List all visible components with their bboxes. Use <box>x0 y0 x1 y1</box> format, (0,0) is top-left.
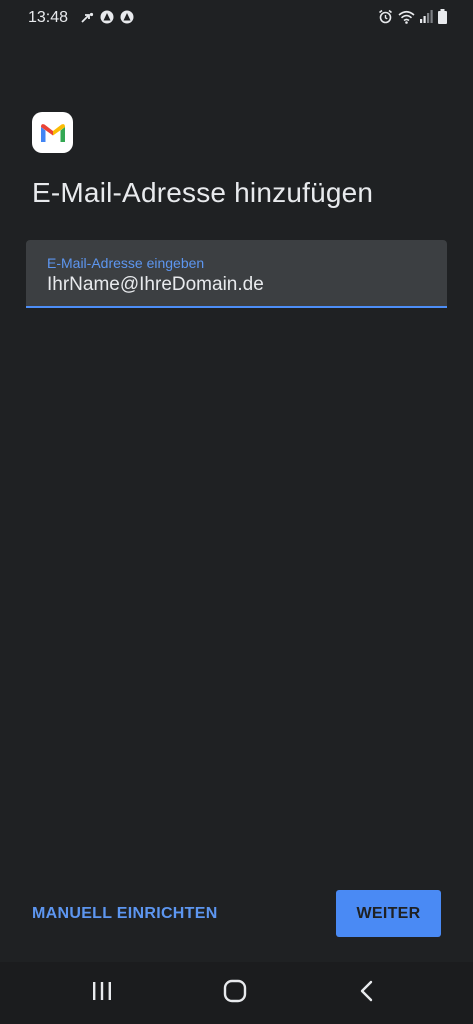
home-icon <box>223 979 247 1008</box>
app-notification-icon <box>100 10 114 29</box>
email-input[interactable] <box>47 274 427 296</box>
recent-apps-icon <box>91 981 113 1006</box>
signal-icon <box>420 10 433 28</box>
alarm-icon <box>378 9 393 29</box>
next-button[interactable]: WEITER <box>336 890 441 937</box>
back-button[interactable] <box>337 962 397 1024</box>
home-button[interactable] <box>205 962 265 1024</box>
status-bar: 13:48 <box>0 0 473 36</box>
app-notification-icon <box>120 10 134 29</box>
status-time: 13:48 <box>28 9 69 26</box>
missed-call-icon <box>80 11 94 29</box>
wifi-icon <box>398 10 415 29</box>
manual-setup-button[interactable]: MANUELL EINRICHTEN <box>32 890 218 937</box>
page-title: E-Mail-Adresse hinzufügen <box>32 177 374 208</box>
back-icon <box>359 980 375 1007</box>
status-notification-icons <box>80 10 134 29</box>
battery-icon <box>438 9 447 29</box>
system-navigation-bar <box>0 962 473 1024</box>
recent-apps-button[interactable] <box>72 962 132 1024</box>
email-field-label: E-Mail-Adresse eingeben <box>47 255 205 271</box>
status-system-icons <box>378 9 447 29</box>
gmail-logo-icon <box>32 112 73 153</box>
email-field[interactable]: E-Mail-Adresse eingeben <box>26 240 447 308</box>
